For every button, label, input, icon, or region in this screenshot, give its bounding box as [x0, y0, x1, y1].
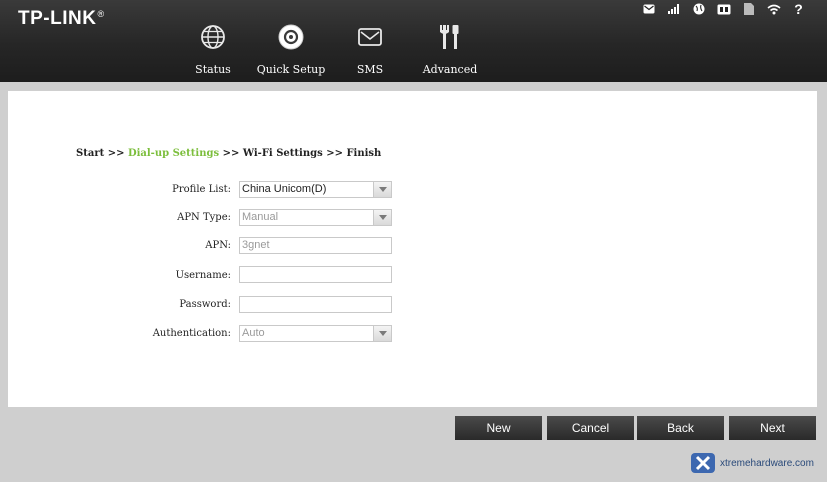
nav-quick-setup-label: Quick Setup — [256, 63, 326, 76]
chevron-down-icon[interactable] — [373, 326, 391, 341]
username-input[interactable] — [239, 266, 392, 283]
password-input[interactable] — [239, 296, 392, 313]
internet-globe-icon — [686, 2, 711, 16]
nav-advanced-label: Advanced — [422, 63, 478, 76]
tp-link-logo: TP-LINK® — [18, 8, 105, 30]
apn-label: APN: — [205, 240, 231, 251]
gear-icon — [246, 20, 336, 54]
sim-card-icon — [736, 2, 761, 16]
status-bar: ? — [636, 1, 811, 17]
envelope-icon — [325, 20, 415, 54]
nav-status-label: Status — [195, 63, 231, 76]
nav-sms[interactable]: SMS — [325, 20, 415, 76]
nav-status[interactable]: Status — [168, 20, 258, 76]
chevron-down-icon[interactable] — [373, 210, 391, 225]
authentication-value: Auto — [242, 327, 265, 339]
breadcrumb-dialup-active: Dial-up Settings — [127, 148, 220, 159]
globe-icon — [168, 20, 258, 54]
authentication-label: Authentication: — [152, 328, 231, 339]
nav-advanced[interactable]: Advanced — [405, 20, 495, 76]
breadcrumb-start: Start >> — [76, 148, 128, 159]
apn-input[interactable]: 3gnet — [239, 237, 392, 254]
apn-type-label: APN Type: — [177, 212, 231, 223]
nav-quick-setup[interactable]: Quick Setup — [246, 20, 336, 76]
back-button[interactable]: Back — [637, 416, 724, 440]
logo-text: TP-LINK — [18, 8, 97, 29]
watermark-text: xtremehardware.com — [720, 457, 814, 469]
trademark-symbol: ® — [97, 8, 105, 19]
next-button[interactable]: Next — [729, 416, 816, 440]
help-icon[interactable]: ? — [786, 2, 811, 16]
profile-list-label: Profile List: — [172, 184, 231, 195]
password-label: Password: — [179, 299, 231, 310]
authentication-select[interactable]: Auto — [239, 325, 392, 342]
apn-type-select[interactable]: Manual — [239, 209, 392, 226]
network-icon — [711, 2, 736, 16]
watermark: xtremehardware.com — [690, 452, 814, 474]
top-header: TP-LINK® Status Quick Setup SMS Advanced… — [0, 0, 827, 82]
wifi-icon — [761, 2, 786, 16]
cancel-button[interactable]: Cancel — [547, 416, 634, 440]
message-icon[interactable] — [636, 2, 661, 16]
profile-list-select[interactable]: China Unicom(D) — [239, 181, 392, 198]
new-button[interactable]: New — [455, 416, 542, 440]
nav-sms-label: SMS — [356, 63, 384, 76]
apn-type-value: Manual — [242, 211, 279, 223]
signal-strength-icon — [661, 2, 686, 16]
profile-list-value: China Unicom(D) — [242, 183, 327, 195]
watermark-logo-icon — [691, 453, 715, 473]
chevron-down-icon[interactable] — [373, 182, 391, 197]
username-label: Username: — [175, 270, 231, 281]
breadcrumb-rest: >> Wi-Fi Settings >> Finish — [219, 148, 382, 159]
main-panel: Start >> Dial-up Settings >> Wi-Fi Setti… — [8, 91, 817, 407]
breadcrumb: Start >> Dial-up Settings >> Wi-Fi Setti… — [76, 148, 381, 159]
tools-icon — [405, 20, 495, 54]
